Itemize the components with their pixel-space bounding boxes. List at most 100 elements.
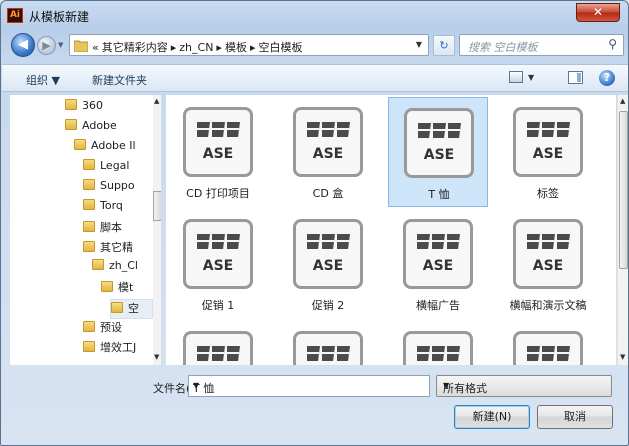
folder-icon <box>83 341 95 352</box>
ase-file-icon: ASE <box>293 107 363 177</box>
folder-icon <box>65 99 77 110</box>
template-tile[interactable]: ASE <box>168 321 268 365</box>
swatch-blocks-icon <box>307 122 351 142</box>
grid-scroll-down-arrow-icon[interactable]: ▼ <box>620 353 625 361</box>
refresh-button[interactable]: ↻ <box>433 35 455 56</box>
filename-dropdown-icon[interactable]: ▼ <box>193 381 423 390</box>
tree-item-label: 模t <box>118 281 134 294</box>
view-dropdown-icon[interactable]: ▼ <box>528 73 534 82</box>
scroll-down-arrow-icon[interactable]: ▼ <box>154 353 159 361</box>
template-tile[interactable]: ASE <box>498 321 598 365</box>
folder-icon <box>83 241 95 252</box>
filetype-dropdown-icon[interactable]: ▼ <box>443 381 604 390</box>
title-bar[interactable]: Ai 从模板新建 ✕ <box>1 1 628 29</box>
tree-scrollbar[interactable]: ▲ ▼ <box>153 95 161 365</box>
tree-item-label: 空 <box>128 302 139 315</box>
ase-icon-label: ASE <box>532 258 564 274</box>
grid-scroll-thumb[interactable] <box>619 111 628 269</box>
template-tile[interactable]: ASE <box>388 321 488 365</box>
template-label: 横幅广告 <box>416 299 460 312</box>
folder-icon <box>74 139 86 150</box>
tree-item[interactable]: Adobe <box>65 119 153 139</box>
breadcrumb-item[interactable]: 其它精彩内容 <box>102 41 168 54</box>
tree-item[interactable]: 增效工J <box>83 339 153 359</box>
tree-item-label: 其它精 <box>100 241 133 254</box>
command-bar: 组织 ▼ 新建文件夹 ▼ ? <box>2 64 628 92</box>
folder-icon <box>83 159 95 170</box>
breadcrumb[interactable]: «其它精彩内容 ▸ zh_CN ▸ 模板 ▸ 空白模板 <box>92 39 305 55</box>
tree-item[interactable]: 脚本 <box>83 219 153 239</box>
template-tile[interactable]: ASE 促销 1 <box>168 209 268 319</box>
template-tile[interactable]: ASE 促销 2 <box>278 209 378 319</box>
breadcrumb-item[interactable]: 模板 <box>225 41 247 54</box>
tree-item[interactable]: zh_Cl <box>92 259 153 279</box>
filename-field[interactable]: T 恤 ▼ <box>188 375 430 397</box>
address-bar[interactable]: «其它精彩内容 ▸ zh_CN ▸ 模板 ▸ 空白模板 ▼ <box>69 34 429 56</box>
ase-file-icon: ASE <box>293 219 363 289</box>
ase-file-icon: ASE <box>513 219 583 289</box>
folder-icon <box>74 40 88 52</box>
ase-file-icon: ASE <box>183 219 253 289</box>
template-label: 标签 <box>537 187 559 200</box>
recent-pages-dropdown-icon[interactable]: ▼ <box>58 41 63 49</box>
navigation-tree[interactable]: ▲ ▼ 360 Adobe Adobe Il Legal Suppo Torq 脚本其它精 z… <box>10 95 162 365</box>
search-icon[interactable]: ⚲ <box>608 37 617 51</box>
template-tile[interactable]: ASE 标签 <box>498 97 598 207</box>
tree-item[interactable]: 空 <box>110 299 153 319</box>
breadcrumb-separator-icon[interactable]: « <box>92 41 99 54</box>
template-tile[interactable]: ASE <box>278 321 378 365</box>
new-button[interactable]: 新建(N) <box>454 405 530 429</box>
template-tile[interactable]: ASE T 恤 <box>388 97 488 207</box>
template-tile[interactable]: ASE 横幅和演示文稿 <box>498 209 598 319</box>
search-box[interactable]: 搜索 空白模板 ⚲ <box>459 34 624 56</box>
address-row: ◀ ▶ ▼ «其它精彩内容 ▸ zh_CN ▸ 模板 ▸ 空白模板 ▼ ↻ 搜索 空白模板 … <box>7 31 624 59</box>
breadcrumb-separator-icon[interactable]: ▸ <box>216 41 222 54</box>
swatch-blocks-icon <box>418 123 462 143</box>
tree-item[interactable]: 其它精 <box>83 239 153 259</box>
tree-item[interactable]: 预设 <box>83 319 153 339</box>
template-tile[interactable]: ASE CD 盒 <box>278 97 378 207</box>
tree-item-label: Adobe Il <box>91 139 136 152</box>
tree-item[interactable]: 模t <box>101 279 153 299</box>
ase-icon-label: ASE <box>202 146 234 162</box>
help-icon[interactable]: ? <box>599 70 615 86</box>
tree-item-label: Torq <box>100 199 123 212</box>
tree-scroll-thumb[interactable] <box>153 191 161 221</box>
tree-item[interactable]: Suppo <box>83 179 153 199</box>
folder-icon <box>111 302 123 313</box>
ase-file-icon: ASE <box>403 331 473 365</box>
ase-file-icon: ASE <box>403 219 473 289</box>
swatch-blocks-icon <box>197 122 241 142</box>
ase-icon-label: ASE <box>422 258 454 274</box>
illustrator-app-icon: Ai <box>7 8 23 23</box>
grid-scrollbar[interactable]: ▲ ▼ <box>617 95 628 365</box>
breadcrumb-item[interactable]: 空白模板 <box>258 41 302 54</box>
tree-item[interactable]: Adobe Il <box>74 139 153 159</box>
tree-item-label: zh_Cl <box>109 259 138 272</box>
organize-menu[interactable]: 组织 ▼ <box>26 72 60 88</box>
template-tile[interactable]: ASE 横幅广告 <box>388 209 488 319</box>
breadcrumb-item[interactable]: zh_CN <box>179 41 213 54</box>
close-button[interactable]: ✕ <box>576 3 620 22</box>
tree-item[interactable]: Legal <box>83 159 153 179</box>
template-tile[interactable]: ASE CD 打印项目 <box>168 97 268 207</box>
change-view-icon[interactable] <box>509 71 523 83</box>
forward-button[interactable]: ▶ <box>37 36 56 55</box>
tree-item-label: 脚本 <box>100 221 122 234</box>
cancel-button[interactable]: 取消 <box>537 405 613 429</box>
scroll-up-arrow-icon[interactable]: ▲ <box>154 97 159 105</box>
back-button[interactable]: ◀ <box>11 33 35 57</box>
filetype-select[interactable]: 所有格式 ▼ <box>436 375 612 397</box>
grid-scroll-up-arrow-icon[interactable]: ▲ <box>620 97 625 105</box>
breadcrumb-separator-icon[interactable]: ▸ <box>171 41 177 54</box>
address-dropdown-icon[interactable]: ▼ <box>416 40 422 49</box>
ase-file-icon: ASE <box>183 331 253 365</box>
tree-item[interactable]: Torq <box>83 199 153 219</box>
preview-pane-icon[interactable] <box>568 71 583 84</box>
swatch-blocks-icon <box>527 346 571 365</box>
new-folder-button[interactable]: 新建文件夹 <box>92 72 147 88</box>
ase-file-icon: ASE <box>404 108 474 178</box>
tree-item[interactable]: 360 <box>65 99 153 119</box>
tree-item-label: Legal <box>100 159 130 172</box>
breadcrumb-separator-icon[interactable]: ▸ <box>250 41 256 54</box>
